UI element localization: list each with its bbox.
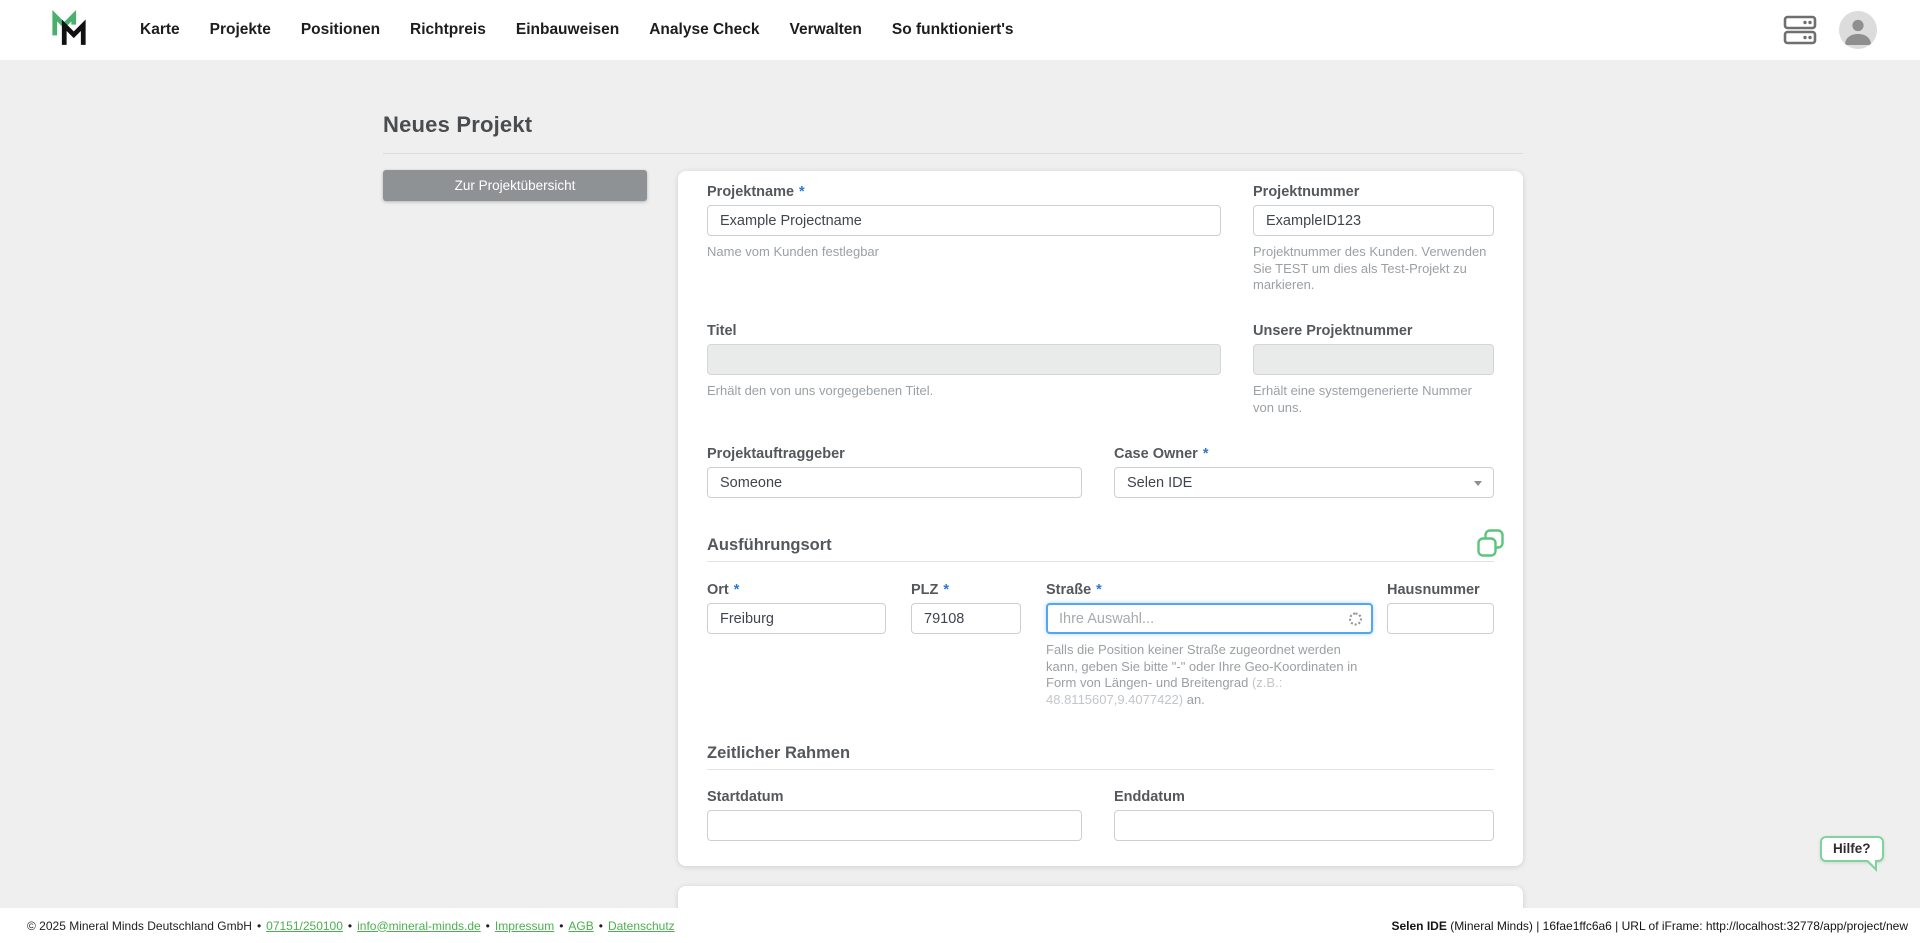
title-divider — [383, 153, 1523, 154]
enddatum-input[interactable] — [1114, 810, 1494, 841]
separator-dot: • — [257, 919, 261, 933]
nav-item-karte[interactable]: Karte — [140, 21, 180, 39]
loading-spinner-icon — [1349, 612, 1362, 625]
footer-link-agb[interactable]: AGB — [568, 919, 593, 933]
ausfuehrungsort-heading: Ausführungsort — [707, 535, 1494, 555]
projektnummer-hint: Projektnummer des Kunden. Verwenden Sie … — [1253, 244, 1494, 294]
unsere-projektnummer-hint: Erhält eine systemgenerierte Nummer von … — [1253, 383, 1494, 416]
page-title: Neues Projekt — [383, 112, 532, 138]
projektauftraggeber-input[interactable] — [707, 467, 1082, 498]
ort-input[interactable] — [707, 603, 886, 634]
projektname-hint: Name vom Kunden festlegbar — [707, 244, 1221, 261]
field-projektname: Projektname* Name vom Kunden festlegbar — [707, 183, 1221, 261]
nav-item-analyse-check[interactable]: Analyse Check — [649, 21, 759, 39]
enddatum-label: Enddatum — [1114, 788, 1494, 807]
page-footer: © 2025 Mineral Minds Deutschland GmbH • … — [0, 908, 1920, 943]
nav-item-verwalten[interactable]: Verwalten — [790, 21, 862, 39]
separator-dot: • — [559, 919, 563, 933]
strasse-input[interactable] — [1046, 603, 1373, 634]
server-rack-icon[interactable] — [1783, 15, 1817, 45]
new-project-form-card: Projektname* Name vom Kunden festlegbar … — [678, 171, 1523, 866]
section-ausfuehrungsort: Ausführungsort — [707, 535, 1494, 562]
main-nav: Karte Projekte Positionen Richtpreis Ein… — [140, 21, 1014, 39]
footer-session-info: Selen IDE (Mineral Minds) | 16fae1ffc6a6… — [1392, 919, 1909, 933]
nav-item-positionen[interactable]: Positionen — [301, 21, 380, 39]
separator-dot: • — [486, 919, 490, 933]
field-hausnummer: Hausnummer — [1387, 581, 1494, 634]
copyright-text: © 2025 Mineral Minds Deutschland GmbH — [27, 919, 252, 933]
nav-item-so-funktionierts[interactable]: So funktioniert's — [892, 21, 1014, 39]
footer-link-impressum[interactable]: Impressum — [495, 919, 554, 933]
projektnummer-input[interactable] — [1253, 205, 1494, 236]
copy-icon[interactable] — [1475, 528, 1506, 564]
required-asterisk: * — [1203, 446, 1209, 462]
strasse-label: Straße* — [1046, 581, 1373, 600]
field-plz: PLZ* — [911, 581, 1021, 634]
nav-item-richtpreis[interactable]: Richtpreis — [410, 21, 486, 39]
case-owner-selected-value: Selen IDE — [1127, 475, 1192, 491]
case-owner-select[interactable]: Selen IDE — [1114, 467, 1494, 498]
projektnummer-label: Projektnummer — [1253, 183, 1494, 202]
hausnummer-label: Hausnummer — [1387, 581, 1494, 600]
projektname-label: Projektname* — [707, 183, 1221, 202]
top-navbar: Karte Projekte Positionen Richtpreis Ein… — [0, 0, 1920, 60]
section-divider — [707, 769, 1494, 770]
nav-item-projekte[interactable]: Projekte — [210, 21, 271, 39]
ort-label: Ort* — [707, 581, 886, 600]
nav-item-einbauweisen[interactable]: Einbauweisen — [516, 21, 619, 39]
field-enddatum: Enddatum — [1114, 788, 1494, 841]
plz-label: PLZ* — [911, 581, 1021, 600]
unsere-projektnummer-label: Unsere Projektnummer — [1253, 322, 1494, 341]
unsere-projektnummer-input — [1253, 344, 1494, 375]
strasse-hint: Falls die Position keiner Straße zugeord… — [1046, 642, 1373, 708]
footer-user-name: Selen IDE — [1392, 919, 1447, 933]
help-button[interactable]: Hilfe? — [1820, 836, 1884, 862]
zeitlicher-rahmen-heading: Zeitlicher Rahmen — [707, 743, 1494, 763]
mineral-minds-logo[interactable] — [50, 9, 88, 51]
footer-link-phone[interactable]: 07151/250100 — [266, 919, 343, 933]
app-window: Karte Projekte Positionen Richtpreis Ein… — [0, 0, 1920, 943]
logo-icon — [50, 9, 88, 51]
section-zeitlicher-rahmen: Zeitlicher Rahmen — [707, 743, 1494, 770]
footer-link-datenschutz[interactable]: Datenschutz — [608, 919, 675, 933]
separator-dot: • — [348, 919, 352, 933]
titel-input — [707, 344, 1221, 375]
field-strasse: Straße* Falls die Position keiner Straße… — [1046, 581, 1373, 708]
startdatum-label: Startdatum — [707, 788, 1082, 807]
required-asterisk: * — [734, 582, 740, 598]
field-startdatum: Startdatum — [707, 788, 1082, 841]
field-case-owner: Case Owner* Selen IDE — [1114, 445, 1494, 498]
projektname-input[interactable] — [707, 205, 1221, 236]
footer-left: © 2025 Mineral Minds Deutschland GmbH • … — [27, 919, 675, 933]
footer-session-details: (Mineral Minds) | 16fae1ffc6a6 | URL of … — [1447, 919, 1908, 933]
plz-input[interactable] — [911, 603, 1021, 634]
field-titel: Titel Erhält den von uns vorgegebenen Ti… — [707, 322, 1221, 400]
required-asterisk: * — [1096, 582, 1102, 598]
titel-hint: Erhält den von uns vorgegebenen Titel. — [707, 383, 1221, 400]
user-avatar-icon[interactable] — [1839, 11, 1877, 49]
chevron-down-icon — [1474, 481, 1482, 486]
required-asterisk: * — [943, 582, 949, 598]
field-projektnummer: Projektnummer Projektnummer des Kunden. … — [1253, 183, 1494, 294]
projektauftraggeber-label: Projektauftraggeber — [707, 445, 1082, 464]
required-asterisk: * — [799, 184, 805, 200]
field-unsere-projektnummer: Unsere Projektnummer Erhält eine systemg… — [1253, 322, 1494, 416]
case-owner-label: Case Owner* — [1114, 445, 1494, 464]
navbar-right — [1783, 11, 1877, 49]
help-button-label: Hilfe? — [1833, 841, 1871, 856]
back-to-project-overview-button[interactable]: Zur Projektübersicht — [383, 170, 647, 201]
separator-dot: • — [599, 919, 603, 933]
field-ort: Ort* — [707, 581, 886, 634]
hausnummer-input[interactable] — [1387, 603, 1494, 634]
strasse-input-wrap — [1046, 603, 1373, 634]
section-divider — [707, 561, 1494, 562]
footer-link-email[interactable]: info@mineral-minds.de — [357, 919, 481, 933]
startdatum-input[interactable] — [707, 810, 1082, 841]
titel-label: Titel — [707, 322, 1221, 341]
field-projektauftraggeber: Projektauftraggeber — [707, 445, 1082, 498]
